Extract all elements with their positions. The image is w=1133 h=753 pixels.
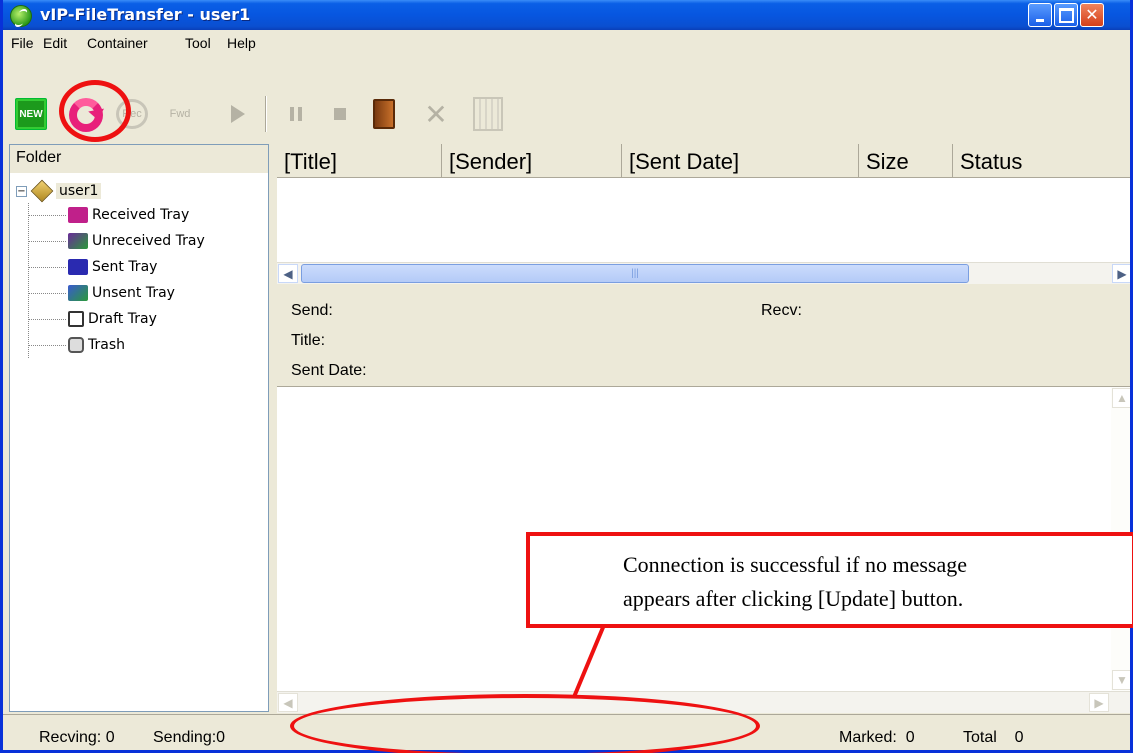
list-horizontal-scrollbar[interactable]: ◀ ||| ▶ — [277, 262, 1130, 284]
tree-item-label: Unreceived Tray — [92, 233, 205, 249]
stop-icon — [334, 108, 346, 120]
title-label: Title: — [291, 332, 326, 349]
tree-item-label: Received Tray — [92, 207, 190, 223]
pause-button[interactable] — [277, 94, 315, 134]
tree-item-unreceived-tray[interactable]: Unreceived Tray — [68, 233, 205, 249]
exit-button[interactable] — [365, 94, 403, 134]
sent-date-label: Sent Date: — [291, 362, 367, 379]
forward-button[interactable]: Fwd — [161, 94, 199, 134]
tree-item-label: Trash — [88, 337, 125, 353]
tree-item-sent-tray[interactable]: Sent Tray — [68, 259, 157, 275]
tree-guide — [28, 215, 66, 216]
column-header-sender[interactable]: [Sender] — [442, 144, 622, 177]
tree-root-label: user1 — [56, 183, 102, 199]
minimize-icon — [1029, 4, 1051, 26]
stop-button[interactable] — [321, 94, 359, 134]
column-header-size[interactable]: Size — [859, 144, 953, 177]
column-header-status[interactable]: Status — [953, 144, 1130, 177]
close-button[interactable]: ✕ — [1080, 3, 1104, 27]
menu-file[interactable]: File — [11, 35, 34, 51]
tree-guide — [28, 267, 66, 268]
scroll-left-icon[interactable]: ◀ — [278, 693, 298, 712]
status-recving: Recving: 0 — [39, 729, 115, 746]
status-sending: Sending:0 — [153, 729, 226, 746]
folder-pane: Folder − user1 Received Tray Unreceived … — [9, 144, 269, 712]
tree-item-label: Unsent Tray — [92, 285, 175, 301]
tree-guide — [28, 345, 66, 346]
minimize-button[interactable] — [1028, 3, 1052, 27]
delete-icon: ✕ — [424, 98, 448, 130]
menu-edit[interactable]: Edit — [43, 35, 67, 51]
folder-pane-title: Folder — [10, 145, 268, 173]
recv-label: Recv: — [761, 302, 802, 319]
callout-pointer — [572, 625, 606, 698]
close-icon: ✕ — [1085, 7, 1099, 24]
maximize-icon — [1055, 4, 1077, 26]
scroll-left-icon[interactable]: ◀ — [278, 264, 298, 283]
menu-bar: File Edit Container Tool Help — [3, 30, 1130, 56]
building-icon — [473, 97, 503, 131]
user-box-icon — [30, 179, 54, 203]
maximize-button[interactable] — [1054, 3, 1078, 27]
scroll-down-icon[interactable]: ▼ — [1112, 670, 1130, 690]
tree-root-user1[interactable]: − user1 — [16, 179, 102, 203]
column-header-sent-date[interactable]: [Sent Date] — [622, 144, 859, 177]
new-button[interactable]: NEW — [15, 98, 47, 130]
delete-button[interactable]: ✕ — [417, 94, 455, 134]
scroll-up-icon[interactable]: ▲ — [1112, 388, 1130, 408]
tree-guide — [28, 319, 66, 320]
draft-tray-icon — [68, 311, 84, 327]
column-header-title[interactable]: [Title] — [277, 144, 442, 177]
window-title: vIP-FileTransfer - user1 — [40, 5, 251, 24]
scroll-right-icon[interactable]: ▶ — [1089, 693, 1109, 712]
play-icon — [231, 105, 245, 123]
message-list[interactable]: ◀ ||| ▶ — [277, 178, 1130, 284]
scrollbar-thumb[interactable]: ||| — [301, 264, 969, 283]
tree-guide — [28, 203, 29, 358]
menu-tool[interactable]: Tool — [185, 35, 211, 51]
status-highlight-oval — [290, 694, 760, 753]
update-highlight-circle — [59, 80, 131, 142]
menu-help[interactable]: Help — [227, 35, 256, 51]
annotation-callout: Connection is successful if no message a… — [526, 532, 1133, 628]
building-button[interactable] — [469, 94, 507, 134]
message-detail-header: Send: Recv: Title: Sent Date: — [277, 288, 1130, 386]
callout-line-1: Connection is successful if no message — [623, 552, 967, 577]
status-marked: Marked: 0 — [839, 729, 915, 746]
tree-item-draft-tray[interactable]: Draft Tray — [68, 311, 157, 327]
scroll-right-icon[interactable]: ▶ — [1112, 264, 1130, 283]
menu-container[interactable]: Container — [87, 35, 148, 51]
tree-item-label: Sent Tray — [92, 259, 158, 275]
sent-tray-icon — [68, 259, 88, 275]
trash-icon — [68, 337, 84, 353]
toolbar-separator — [265, 96, 267, 132]
received-tray-icon — [68, 207, 88, 223]
pause-icon — [290, 107, 302, 121]
toolbar: NEW Rec Fwd ✕ — [3, 56, 1130, 142]
tree-guide — [28, 241, 66, 242]
message-list-header: [Title] [Sender] [Sent Date] Size Status — [277, 144, 1130, 178]
title-bar[interactable]: vIP-FileTransfer - user1 ✕ — [3, 0, 1130, 30]
exit-door-icon — [373, 99, 395, 129]
tree-item-unsent-tray[interactable]: Unsent Tray — [68, 285, 175, 301]
callout-line-2: appears after clicking [Update] button. — [623, 586, 964, 611]
unsent-tray-icon — [68, 285, 88, 301]
collapse-icon[interactable]: − — [16, 185, 27, 197]
tree-item-received-tray[interactable]: Received Tray — [68, 207, 189, 223]
app-logo-icon — [10, 5, 32, 27]
tree-item-label: Draft Tray — [88, 311, 157, 327]
tree-item-trash[interactable]: Trash — [68, 337, 125, 353]
unreceived-tray-icon — [68, 233, 88, 249]
status-total: Total 0 — [963, 729, 1024, 746]
forward-icon: Fwd — [169, 108, 191, 120]
tree-guide — [28, 293, 66, 294]
play-button[interactable] — [219, 94, 257, 134]
send-label: Send: — [291, 302, 333, 319]
